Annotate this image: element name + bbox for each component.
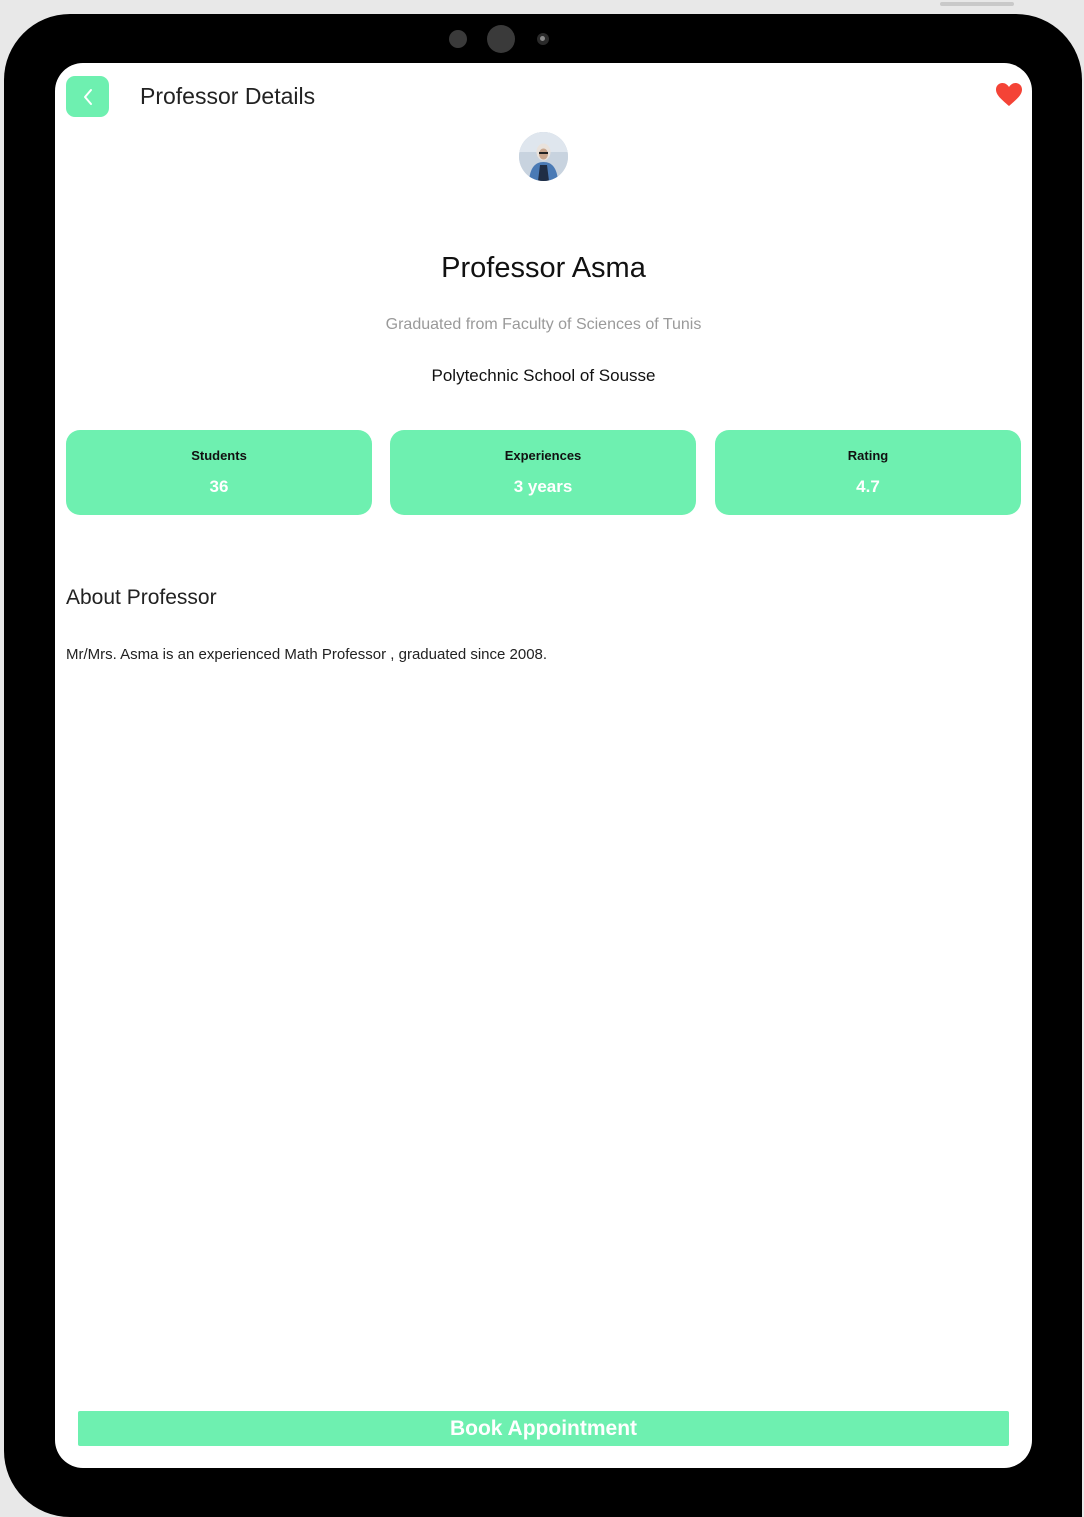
- book-appointment-button[interactable]: Book Appointment: [78, 1411, 1009, 1446]
- stat-label: Students: [191, 448, 247, 463]
- stat-value: 36: [209, 477, 229, 496]
- back-button[interactable]: [66, 76, 109, 117]
- stat-card-experiences: Experiences 3 years: [390, 430, 696, 515]
- app-screen: Professor Details Professor Asma Graduat…: [55, 63, 1032, 1468]
- top-indicator: [940, 2, 1014, 6]
- chevron-left-icon: [83, 88, 92, 105]
- favorite-button[interactable]: [995, 82, 1023, 108]
- stat-value: 4.7: [856, 477, 880, 496]
- tablet-frame: Professor Details Professor Asma Graduat…: [4, 14, 1082, 1517]
- page-title: Professor Details: [140, 83, 316, 109]
- camera-sensor: [449, 30, 467, 48]
- camera-light: [537, 33, 549, 45]
- avatar: [519, 132, 568, 181]
- about-text: Mr/Mrs. Asma is an experienced Math Prof…: [66, 646, 548, 663]
- stat-value: 3 years: [513, 477, 573, 496]
- about-heading: About Professor: [66, 586, 217, 609]
- heart-icon: [996, 83, 1022, 106]
- professor-school: Polytechnic School of Sousse: [431, 366, 656, 385]
- stat-card-rating: Rating 4.7: [715, 430, 1021, 515]
- camera-lens: [487, 25, 515, 53]
- stat-label: Rating: [847, 448, 889, 463]
- professor-name: Professor Asma: [441, 252, 646, 284]
- stat-card-students: Students 36: [66, 430, 372, 515]
- professor-graduation: Graduated from Faculty of Sciences of Tu…: [385, 316, 702, 333]
- stat-label: Experiences: [504, 448, 582, 463]
